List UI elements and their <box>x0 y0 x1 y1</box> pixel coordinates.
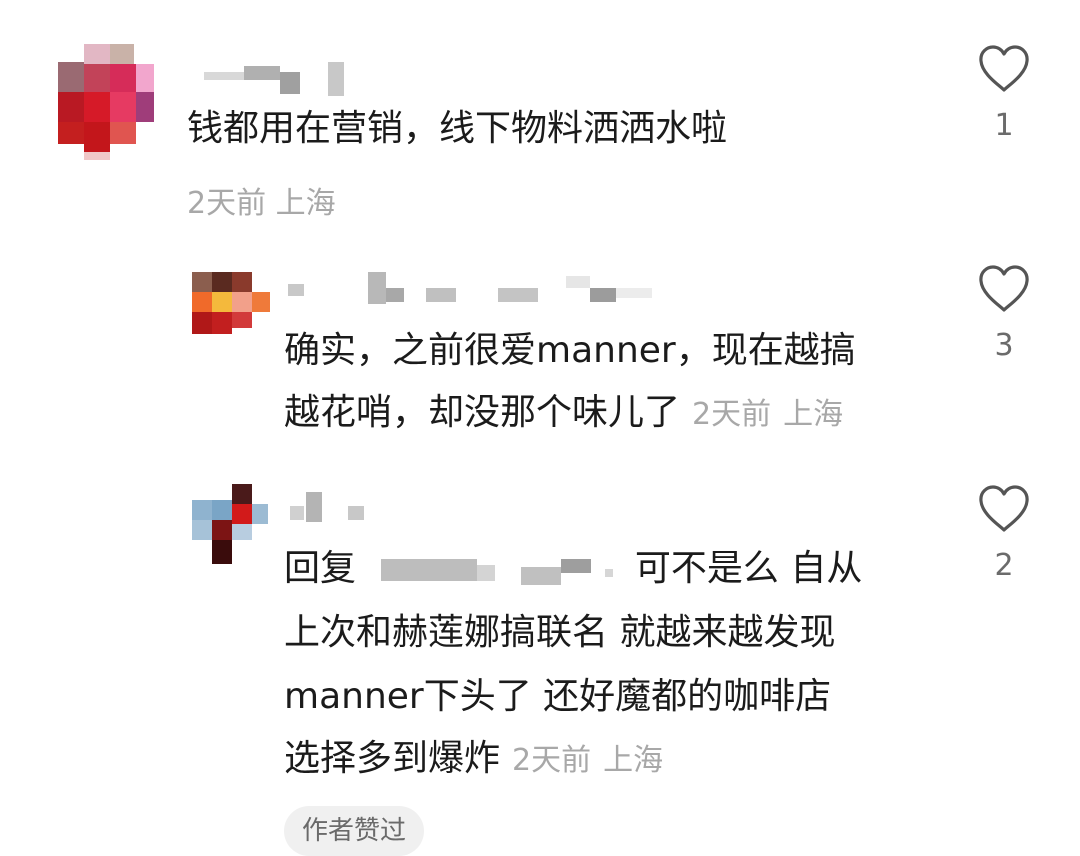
reply-text: 选择多到爆炸 <box>284 738 501 779</box>
reply-text-line3: manner下头了 还好魔都的咖啡店 <box>284 676 832 717</box>
avatar[interactable] <box>192 272 270 334</box>
reply-time: 2天前 <box>692 397 772 432</box>
reply-text-line2: 越花哨，却没那个味儿了 2天前 上海 <box>284 382 843 446</box>
like-button[interactable]: 1 <box>974 44 1034 143</box>
reply-text: 越花哨，却没那个味儿了 <box>284 392 681 433</box>
reply-location: 上海 <box>603 743 664 778</box>
reply-item[interactable]: 确实，之前很爱manner，现在越搞 越花哨，却没那个味儿了 2天前 上海 3 <box>0 250 1080 460</box>
reply-location: 上海 <box>783 397 844 432</box>
avatar[interactable] <box>192 484 270 564</box>
avatar[interactable] <box>50 44 154 160</box>
username-blurred[interactable] <box>190 62 360 96</box>
reply-text-line4: 选择多到爆炸 2天前 上海 <box>284 728 663 792</box>
heart-outline-icon <box>979 485 1029 532</box>
mention-blurred[interactable] <box>367 555 623 585</box>
like-count: 2 <box>994 548 1014 583</box>
comment-item[interactable]: 钱都用在营销，线下物料洒洒水啦 2天前 上海 1 <box>0 0 1080 230</box>
reply-item[interactable]: 回复 可不是么 自从 上次和赫莲娜搞联名 就越来越发现 manner下头了 还好… <box>0 470 1080 800</box>
like-button[interactable]: 3 <box>974 264 1034 363</box>
reply-text-line2: 上次和赫莲娜搞联名 就越来越发现 <box>284 612 836 653</box>
reply-prefix: 回复 <box>284 548 357 589</box>
like-count: 3 <box>994 328 1014 363</box>
author-liked-badge: 作者赞过 <box>284 806 425 856</box>
heart-outline-icon <box>979 45 1029 92</box>
like-button[interactable]: 2 <box>974 484 1034 583</box>
comment-location: 上海 <box>275 186 336 221</box>
heart-outline-icon <box>979 265 1029 312</box>
like-count: 1 <box>994 108 1014 143</box>
username-blurred[interactable] <box>286 272 666 304</box>
reply-text: 可不是么 自从 <box>634 548 863 589</box>
reply-text-line1: 回复 可不是么 自从 <box>284 538 862 600</box>
comment-text: 钱都用在营销，线下物料洒洒水啦 <box>187 108 728 149</box>
reply-time: 2天前 <box>512 743 592 778</box>
username-blurred[interactable] <box>286 484 386 522</box>
reply-text-line1: 确实，之前很爱manner，现在越搞 <box>284 330 856 371</box>
comment-time: 2天前 <box>187 186 267 221</box>
comment-meta: 2天前 上海 <box>187 178 336 222</box>
